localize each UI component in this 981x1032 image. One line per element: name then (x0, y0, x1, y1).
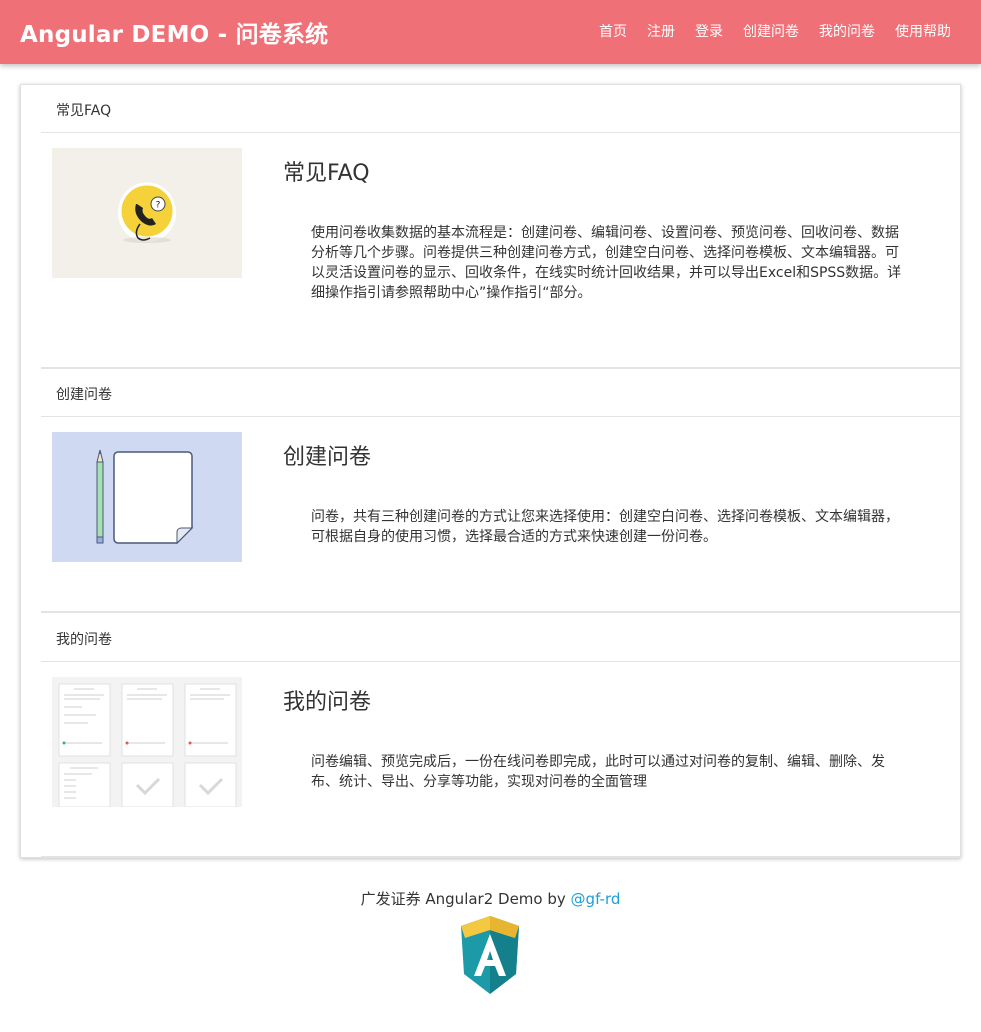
section-body: 我的问卷 问卷编辑、预览完成后，一份在线问卷即完成，此时可以通过对问卷的复制、编… (41, 662, 961, 858)
section-my-surveys: 我的问卷 我的问卷 问卷编辑、预览完成后，一份在线问卷即完成，此时可以通过对问卷… (41, 614, 961, 858)
phone-help-icon: ? (52, 148, 242, 278)
survey-list-icon (52, 677, 242, 807)
section-description: 问卷编辑、预览完成后，一份在线问卷即完成，此时可以通过对问卷的复制、编辑、删除、… (311, 754, 885, 790)
nav-my-surveys[interactable]: 我的问卷 (809, 0, 885, 64)
nav-register[interactable]: 注册 (637, 0, 685, 64)
section-description: 使用问卷收集数据的基本流程是：创建问卷、编辑问卷、设置问卷、预览问卷、回收问卷、… (311, 225, 902, 301)
section-faq: 常见FAQ ? 常见FAQ 使用问卷收集数据的基本流程是：创建问卷、编辑问卷、设… (41, 85, 961, 369)
footer-text: 广发证券 Angular2 Demo by (360, 890, 566, 908)
nav-create-survey[interactable]: 创建问卷 (733, 0, 809, 64)
angular-logo-icon (461, 916, 519, 996)
main-nav: 首页 注册 登录 创建问卷 我的问卷 使用帮助 (589, 0, 961, 64)
section-title: 常见FAQ (283, 161, 370, 186)
section-heading: 创建问卷 (41, 369, 961, 417)
section-description: 问卷，共有三种创建问卷的方式让您来选择使用：创建空白问卷、选择问卷模板、文本编辑… (311, 509, 899, 545)
nav-help[interactable]: 使用帮助 (885, 0, 961, 64)
section-title: 创建问卷 (283, 445, 372, 470)
section-body: 创建问卷 问卷，共有三种创建问卷的方式让您来选择使用：创建空白问卷、选择问卷模板… (41, 417, 961, 613)
section-body: ? 常见FAQ 使用问卷收集数据的基本流程是：创建问卷、编辑问卷、设置问卷、预览… (41, 133, 961, 369)
section-create-survey: 创建问卷 创建问卷 问卷，共有三种创建问卷的方式让您来选择使用：创建空白问卷、选… (41, 369, 961, 613)
section-title: 我的问卷 (283, 690, 372, 715)
footer-author-link[interactable]: @gf-rd (571, 890, 621, 908)
top-navbar: Angular DEMO - 问卷系统 首页 注册 登录 创建问卷 我的问卷 使… (0, 0, 981, 64)
brand-title[interactable]: Angular DEMO - 问卷系统 (20, 15, 328, 49)
section-heading: 我的问卷 (41, 614, 961, 662)
footer-credit: 广发证券 Angular2 Demo by @gf-rd (0, 888, 981, 909)
pencil-paper-icon (52, 432, 242, 562)
nav-home[interactable]: 首页 (589, 0, 637, 64)
section-heading: 常见FAQ (41, 85, 961, 133)
nav-login[interactable]: 登录 (685, 0, 733, 64)
svg-text:?: ? (156, 201, 161, 211)
content-card: 常见FAQ ? 常见FAQ 使用问卷收集数据的基本流程是：创建问卷、编辑问卷、设… (20, 84, 961, 858)
